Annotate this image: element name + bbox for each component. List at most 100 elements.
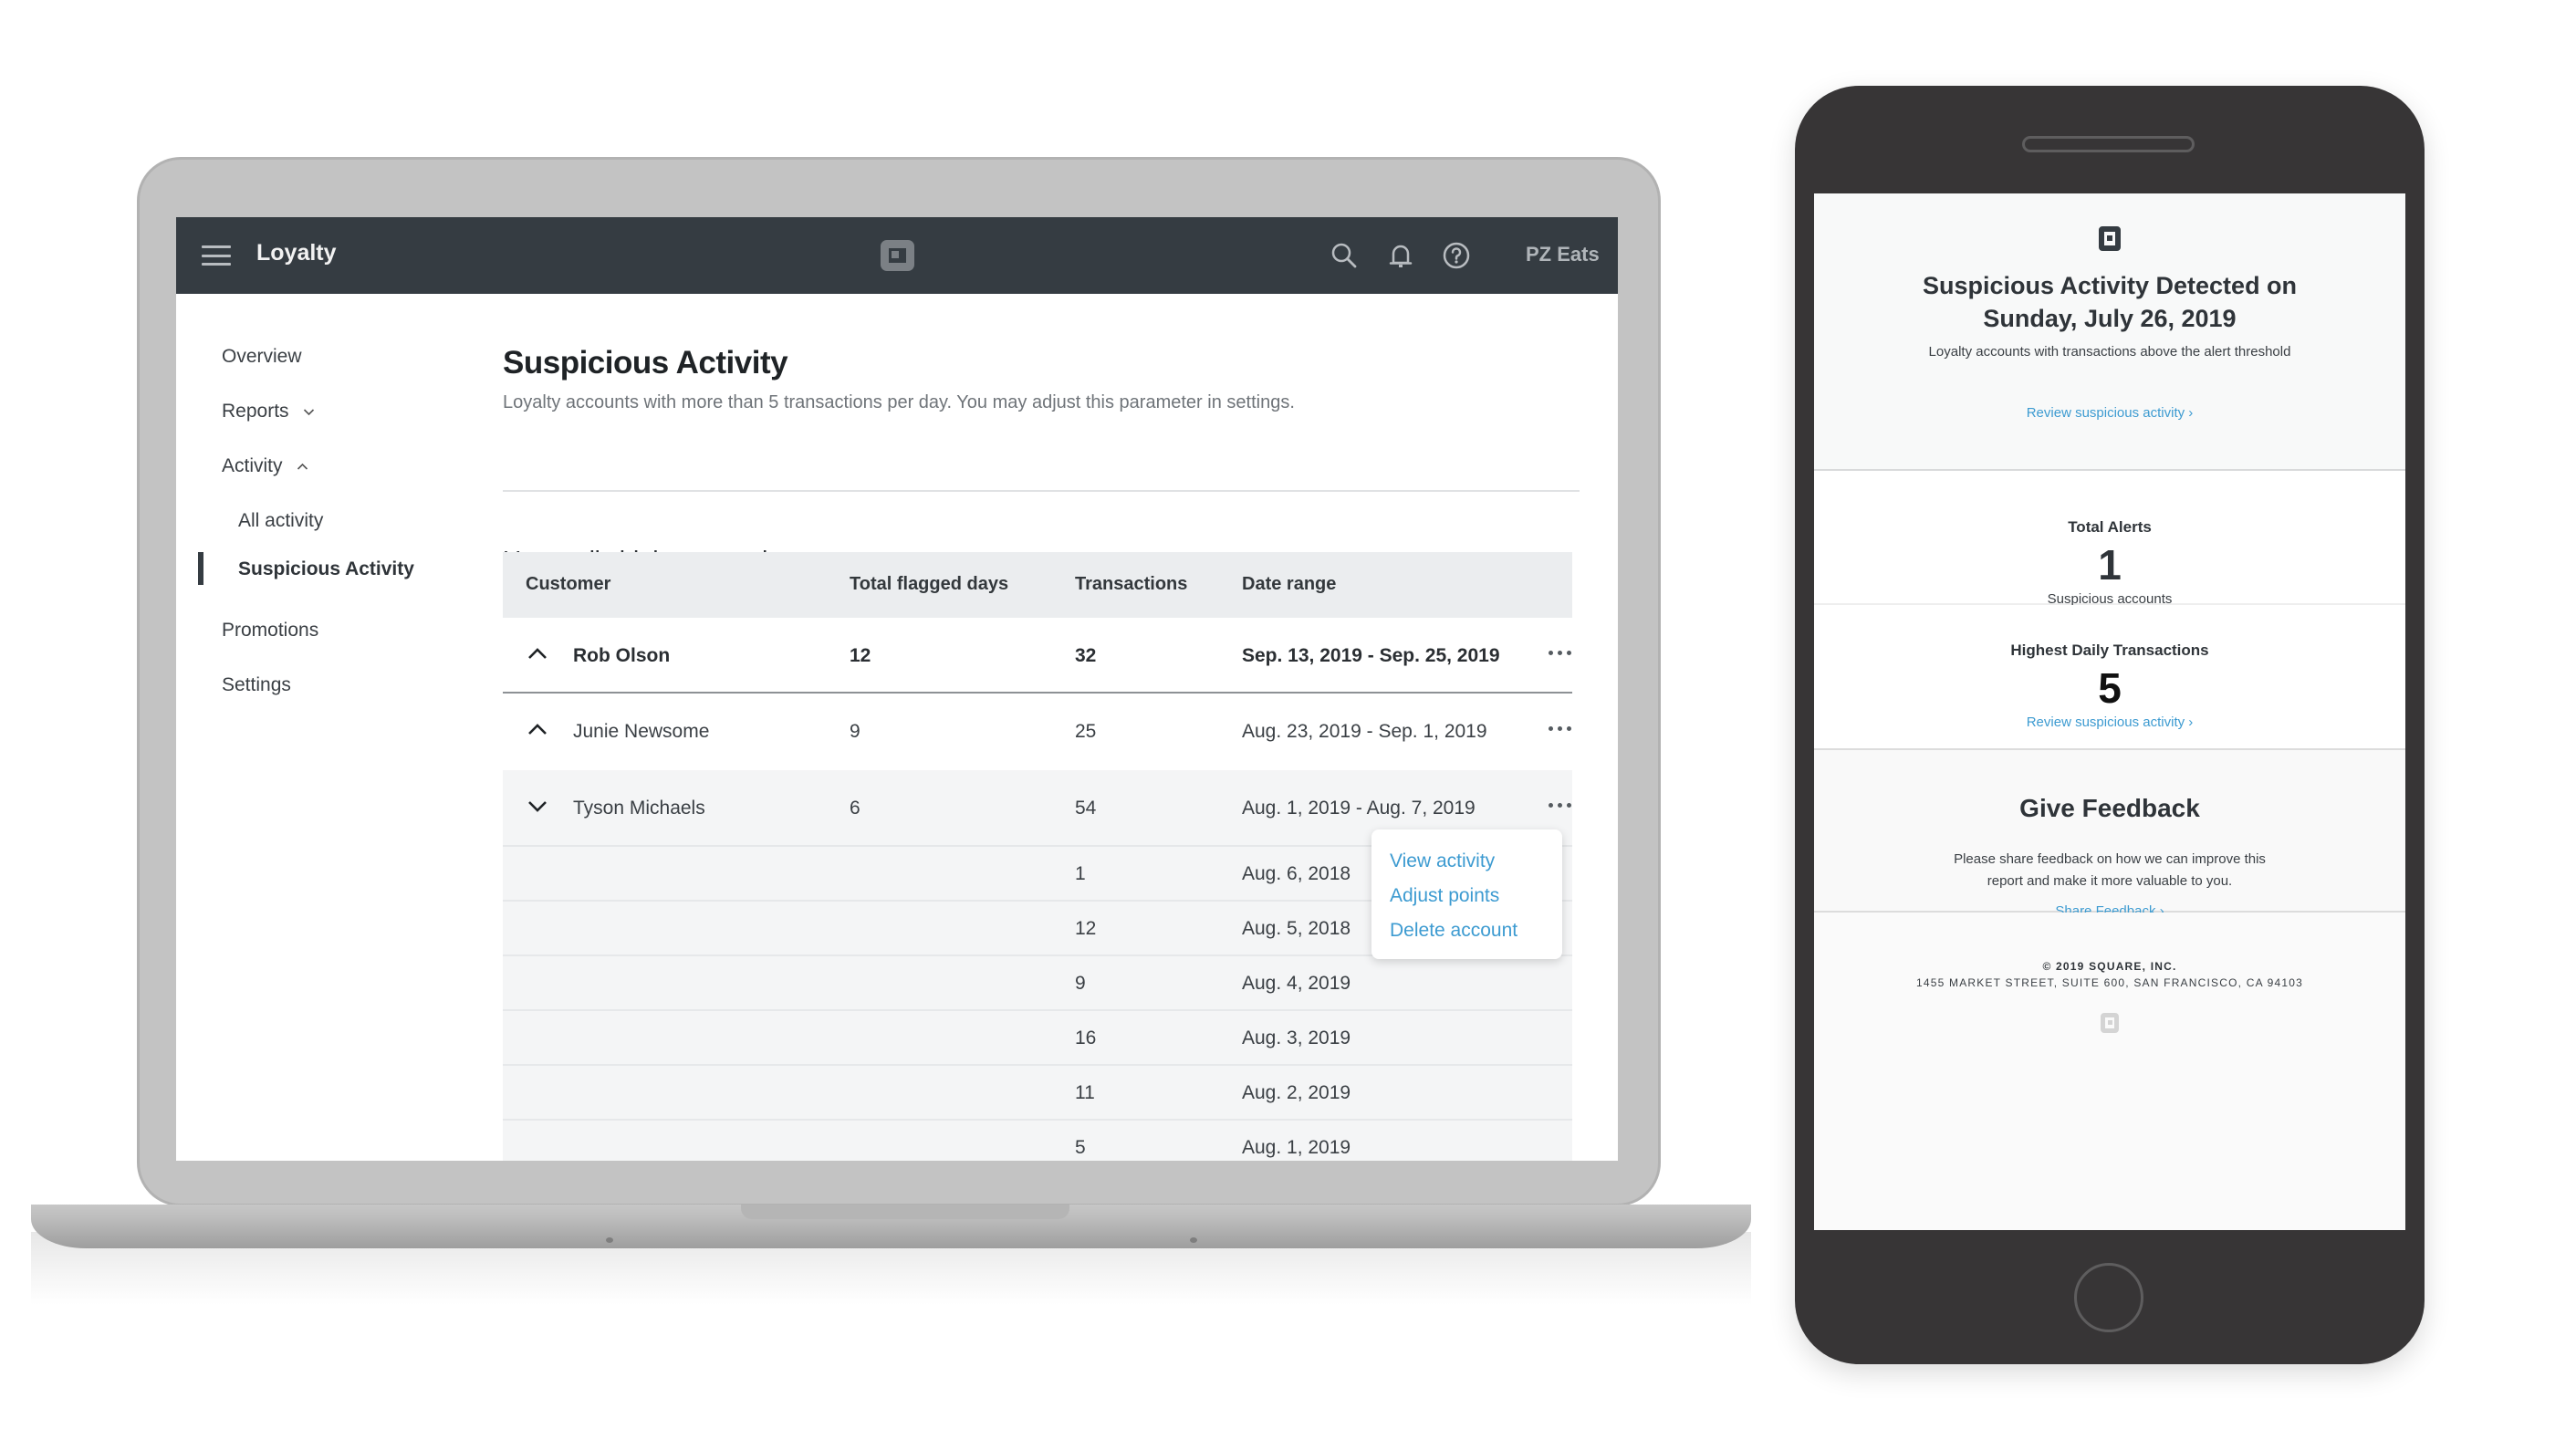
- email-title-line-1: Suspicious Activity Detected on: [1922, 272, 2298, 299]
- sidebar-item-reports[interactable]: Reports: [222, 401, 315, 422]
- sidebar-item-all-activity[interactable]: All activity: [238, 510, 323, 532]
- email-footer: © 2019 SQUARE, INC. 1455 MARKET STREET, …: [1814, 913, 2405, 1230]
- detail-date: Aug. 5, 2018: [1242, 918, 1351, 939]
- customer-name: Tyson Michaels: [573, 798, 705, 819]
- flagged-days: 6: [850, 798, 860, 819]
- menu-item-view-activity[interactable]: View activity: [1390, 850, 1495, 872]
- page-subtitle: Loyalty accounts with more than 5 transa…: [503, 392, 1295, 412]
- top-navigation-bar: Loyalty PZ Eats: [176, 217, 1618, 294]
- account-name[interactable]: PZ Eats: [1526, 243, 1600, 266]
- customer-name: Junie Newsome: [573, 721, 710, 742]
- detail-row: 11 Aug. 2, 2019: [503, 1066, 1572, 1121]
- table-row[interactable]: Junie Newsome 9 25 Aug. 23, 2019 - Sep. …: [503, 694, 1572, 770]
- chevron-down-icon[interactable]: [526, 794, 549, 818]
- sidebar-item-label: Settings: [222, 674, 291, 695]
- feedback-body: Please share feedback on how we can impr…: [1814, 849, 2405, 892]
- company-address: 1455 MARKET STREET, SUITE 600, SAN FRANC…: [1915, 976, 2304, 989]
- column-header-flagged-days[interactable]: Total flagged days: [850, 574, 1008, 595]
- more-options-icon[interactable]: [1549, 796, 1580, 814]
- laptop-foot: [606, 1237, 613, 1243]
- sidebar-item-settings[interactable]: Settings: [222, 674, 291, 696]
- laptop-screen: Loyalty PZ Eats Overview Reports Activit…: [176, 217, 1618, 1161]
- detail-transactions: 11: [1075, 1082, 1095, 1103]
- phone-speaker: [2022, 136, 2195, 152]
- sidebar-item-suspicious-activity[interactable]: Suspicious Activity: [238, 558, 414, 580]
- customer-name: Rob Olson: [573, 645, 671, 666]
- sidebar-item-overview[interactable]: Overview: [222, 346, 302, 368]
- flagged-days: 9: [850, 721, 860, 742]
- page-title: Suspicious Activity: [503, 345, 788, 381]
- table-header: Customer Total flagged days Transactions…: [503, 552, 1572, 618]
- date-range: Aug. 23, 2019 - Sep. 1, 2019: [1242, 721, 1487, 742]
- detail-date: Aug. 2, 2019: [1242, 1082, 1351, 1103]
- email-title: Suspicious Activity Detected on Sunday, …: [1814, 269, 2405, 335]
- detail-row: 5 Aug. 1, 2019: [503, 1121, 1572, 1161]
- menu-item-delete-account[interactable]: Delete account: [1390, 920, 1517, 942]
- transactions-count: 25: [1075, 721, 1097, 742]
- detail-transactions: 1: [1075, 863, 1086, 884]
- date-range: Aug. 1, 2019 - Aug. 7, 2019: [1242, 798, 1476, 819]
- row-actions-menu: View activity Adjust points Delete accou…: [1371, 829, 1562, 959]
- email-title-line-2: Sunday, July 26, 2019: [1983, 305, 2237, 332]
- flagged-days: 12: [850, 645, 871, 666]
- feedback-body-line: report and make it more valuable to you.: [1987, 873, 2233, 889]
- sidebar-item-label: Suspicious Activity: [238, 558, 414, 579]
- sidebar-active-indicator: [198, 552, 203, 585]
- sidebar-item-label: Activity: [222, 455, 283, 476]
- sidebar-item-label: Overview: [222, 346, 302, 367]
- transactions-count: 54: [1075, 798, 1097, 819]
- total-alerts-section: Total Alerts 1 Suspicious accounts: [1814, 471, 2405, 607]
- section-divider: [503, 490, 1580, 492]
- chevron-down-icon: [304, 409, 315, 416]
- laptop-hinge-notch: [741, 1205, 1069, 1219]
- sidebar-item-label: Reports: [222, 401, 289, 422]
- detail-row: 9 Aug. 4, 2019: [503, 956, 1572, 1011]
- detail-date: Aug. 6, 2018: [1242, 863, 1351, 884]
- sidebar-item-label: All activity: [238, 510, 324, 531]
- square-logo-icon: [2101, 1013, 2119, 1033]
- feedback-body-line: Please share feedback on how we can impr…: [1954, 851, 2266, 867]
- laptop-foot: [1190, 1237, 1197, 1243]
- review-suspicious-activity-link[interactable]: Review suspicious activity ›: [2027, 405, 2194, 421]
- chevron-up-icon[interactable]: [526, 642, 549, 665]
- menu-item-adjust-points[interactable]: Adjust points: [1390, 885, 1499, 907]
- column-header-date-range[interactable]: Date range: [1242, 574, 1336, 595]
- highest-daily-section: Highest Daily Transactions 5 Review susp…: [1814, 605, 2405, 750]
- highest-daily-value: 5: [2098, 664, 2122, 712]
- date-range: Sep. 13, 2019 - Sep. 25, 2019: [1242, 645, 1500, 666]
- more-options-icon[interactable]: [1549, 719, 1580, 737]
- transactions-count: 32: [1075, 645, 1097, 666]
- email-header-section: Suspicious Activity Detected on Sunday, …: [1814, 193, 2405, 471]
- total-alerts-label: Total Alerts: [2068, 518, 2152, 536]
- detail-transactions: 9: [1075, 973, 1086, 994]
- email-subtitle: Loyalty accounts with transactions above…: [1928, 344, 2291, 360]
- column-header-transactions[interactable]: Transactions: [1075, 574, 1187, 595]
- more-options-icon[interactable]: [1549, 643, 1580, 662]
- bell-icon[interactable]: [1386, 241, 1415, 270]
- detail-transactions: 5: [1075, 1137, 1086, 1158]
- feedback-section: Give Feedback Please share feedback on h…: [1814, 750, 2405, 919]
- menu-icon[interactable]: [202, 245, 231, 266]
- phone-home-button[interactable]: [2074, 1263, 2143, 1332]
- table-row[interactable]: Rob Olson 12 32 Sep. 13, 2019 - Sep. 25,…: [503, 618, 1572, 694]
- detail-date: Aug. 4, 2019: [1242, 973, 1351, 994]
- detail-transactions: 16: [1075, 1028, 1097, 1048]
- detail-row: 16 Aug. 3, 2019: [503, 1011, 1572, 1066]
- help-icon[interactable]: [1442, 241, 1471, 270]
- search-icon[interactable]: [1330, 241, 1359, 270]
- detail-date: Aug. 1, 2019: [1242, 1137, 1351, 1158]
- phone-screen: Suspicious Activity Detected on Sunday, …: [1814, 193, 2405, 1230]
- sidebar-item-label: Promotions: [222, 620, 319, 641]
- detail-date: Aug. 3, 2019: [1242, 1028, 1351, 1048]
- highest-daily-label: Highest Daily Transactions: [2010, 642, 2209, 659]
- review-suspicious-activity-link[interactable]: Review suspicious activity ›: [2027, 715, 2194, 730]
- total-alerts-value: 1: [2098, 541, 2122, 589]
- copyright-text: © 2019 SQUARE, INC.: [2042, 960, 2177, 973]
- square-logo-icon: [2099, 226, 2121, 251]
- square-logo-icon[interactable]: [881, 240, 914, 271]
- sidebar-item-activity[interactable]: Activity: [222, 455, 308, 477]
- column-header-customer[interactable]: Customer: [526, 574, 610, 595]
- chevron-up-icon[interactable]: [526, 717, 549, 741]
- app-title: Loyalty: [256, 240, 337, 266]
- sidebar-item-promotions[interactable]: Promotions: [222, 620, 318, 642]
